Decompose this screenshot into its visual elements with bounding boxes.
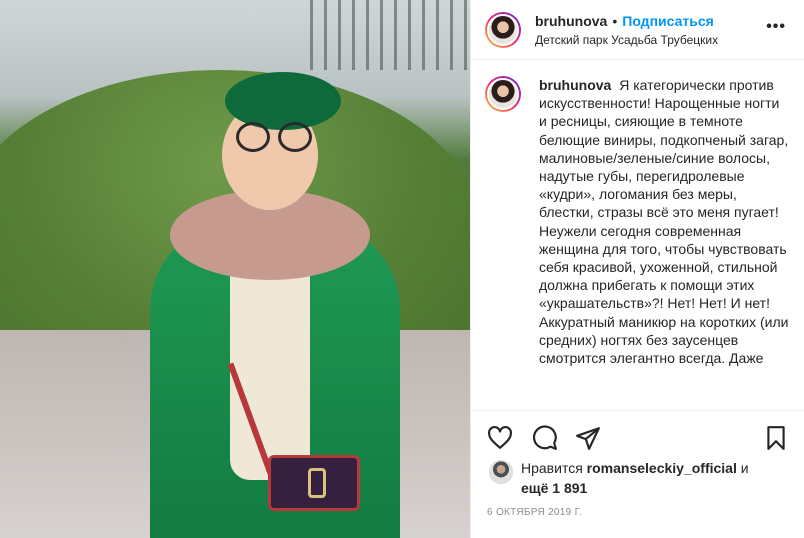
likes-others-count[interactable]: ещё 1 891 <box>521 480 587 496</box>
share-icon[interactable] <box>575 425 601 451</box>
bookmark-icon[interactable] <box>763 425 789 451</box>
post-photo[interactable] <box>0 0 470 538</box>
caption-avatar[interactable] <box>485 76 521 112</box>
comments-area: bruhunova Я категорически против искусст… <box>471 60 804 410</box>
likes-prefix: Нравится <box>521 460 583 476</box>
post-header: bruhunova • Подписаться Детский парк Уса… <box>471 0 804 60</box>
header-avatar[interactable] <box>485 11 521 48</box>
post-side-panel: bruhunova • Подписаться Детский парк Уса… <box>470 0 804 538</box>
caption-text: Я категорически против искусственности! … <box>539 77 789 367</box>
post-caption: bruhunova Я категорически против искусст… <box>539 76 791 410</box>
header-username[interactable]: bruhunova <box>535 13 607 29</box>
header-separator: • <box>612 12 618 29</box>
likes-summary: Нравится romanseleckiy_official и ещё 1 … <box>489 458 749 498</box>
post-date[interactable]: 6 октября 2019 г. <box>487 507 582 518</box>
heart-icon[interactable] <box>487 425 513 451</box>
follow-button[interactable]: Подписаться <box>622 13 714 29</box>
photo-glasses <box>236 122 312 154</box>
liker-username[interactable]: romanseleckiy_official <box>587 460 737 476</box>
likes-connector: и <box>740 460 749 476</box>
header-text: bruhunova • Подписаться Детский парк Уса… <box>535 13 718 47</box>
comment-icon[interactable] <box>532 425 558 451</box>
liker-avatar[interactable] <box>489 460 513 484</box>
more-icon[interactable]: ••• <box>766 18 786 36</box>
caption-username[interactable]: bruhunova <box>539 77 611 93</box>
location-link[interactable]: Детский парк Усадьба Трубецких <box>535 33 718 47</box>
photo-bag <box>268 455 360 511</box>
photo-stairs <box>310 0 470 70</box>
action-bar <box>471 410 804 460</box>
